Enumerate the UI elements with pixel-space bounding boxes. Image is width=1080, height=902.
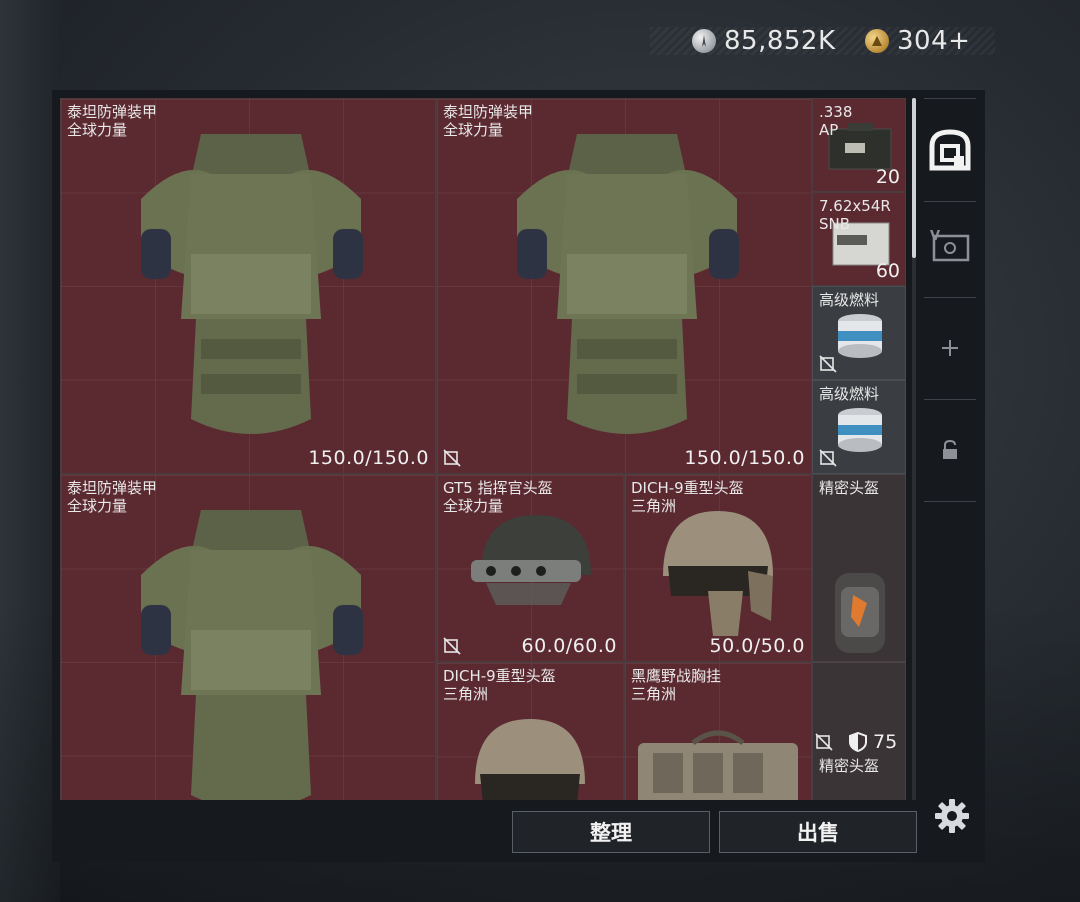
item-name: 7.62x54R SNB	[819, 197, 891, 233]
item-name: 精密头盔	[819, 479, 880, 497]
gear-icon[interactable]	[934, 798, 970, 834]
inventory-item-precision-helmet[interactable]: 精密头盔	[812, 474, 906, 662]
backpack-tab[interactable]	[924, 120, 976, 180]
item-name: DICH-9重型头盔 三角洲	[631, 479, 744, 515]
inventory-item-fuel[interactable]: 高级燃料	[812, 286, 906, 380]
durability-text: 150.0/150.0	[684, 447, 805, 469]
inventory-item-ammo-338[interactable]: .338 AP 20	[812, 98, 906, 192]
item-name: DICH-9重型头盔 三角洲	[443, 667, 556, 703]
no-sell-icon	[443, 449, 461, 467]
inventory-item-fuel[interactable]: 高级燃料	[812, 380, 906, 474]
item-name: 泰坦防弹装甲 全球力量	[67, 479, 158, 515]
backpack-icon	[929, 129, 971, 171]
item-quantity: 60	[875, 260, 900, 282]
no-sell-icon	[815, 733, 833, 751]
shield-icon	[849, 731, 867, 753]
item-quantity: 20	[875, 166, 900, 188]
chest-rig-image	[638, 730, 798, 800]
helmet-image	[475, 719, 585, 800]
armor-vest-image	[141, 510, 363, 800]
sort-button[interactable]: 整理	[512, 811, 710, 853]
item-name: 高级燃料	[819, 385, 880, 403]
armor-value: 75	[815, 731, 897, 753]
lock-button[interactable]	[924, 420, 976, 480]
silver-amount: 85,852K	[724, 26, 836, 56]
fuel-can-image	[838, 408, 882, 452]
item-name: 精密头盔	[819, 757, 880, 775]
gold-currency: 304+	[865, 26, 971, 56]
gold-amount: 304+	[897, 26, 971, 56]
no-sell-icon	[819, 449, 837, 467]
fuel-can-image	[838, 314, 882, 358]
item-name: 泰坦防弹装甲 全球力量	[443, 103, 534, 139]
inventory-item-titan-armor[interactable]: 泰坦防弹装甲 全球力量 150.0/150.0	[60, 98, 436, 474]
lock-icon	[943, 439, 957, 459]
voucher-icon: V	[930, 229, 970, 262]
durability-text: 50.0/50.0	[709, 635, 805, 657]
no-sell-icon	[443, 637, 461, 655]
item-name: 泰坦防弹装甲 全球力量	[67, 103, 158, 139]
svg-text:V: V	[930, 229, 940, 244]
no-sell-icon	[819, 355, 837, 373]
durability-text: 60.0/60.0	[521, 635, 617, 657]
item-name: GT5 指挥官头盔 全球力量	[443, 479, 553, 515]
gold-coin-icon	[865, 29, 889, 53]
inventory-item-ammo-762[interactable]: 7.62x54R SNB 60	[812, 192, 906, 286]
inventory-item-titan-armor[interactable]: 泰坦防弹装甲 全球力量	[60, 474, 436, 800]
item-name: .338 AP	[819, 103, 853, 139]
scrollbar-thumb[interactable]	[912, 98, 916, 258]
add-tab-button[interactable]	[924, 318, 976, 378]
helmet-image	[835, 573, 885, 653]
helmet-image	[663, 511, 773, 636]
item-name: 黑鹰野战胸挂 三角洲	[631, 667, 722, 703]
item-name: 高级燃料	[819, 291, 880, 309]
inventory-grid: 泰坦防弹装甲 全球力量 150.0/150.0 泰坦防弹装甲 全球力量 150.…	[60, 98, 906, 800]
inventory-item-chest-rig[interactable]: 黑鹰野战胸挂 三角洲	[624, 662, 812, 800]
armor-vest-image	[517, 134, 739, 434]
voucher-tab[interactable]: V	[924, 216, 976, 276]
inventory-item-dich9-helmet[interactable]: DICH-9重型头盔 三角洲	[436, 662, 624, 800]
helmet-image	[471, 515, 591, 605]
silver-coin-icon	[692, 29, 716, 53]
durability-text: 150.0/150.0	[308, 447, 429, 469]
sell-button[interactable]: 出售	[719, 811, 917, 853]
silver-currency: 85,852K	[692, 26, 836, 56]
plus-icon	[942, 340, 958, 356]
inventory-item-titan-armor[interactable]: 泰坦防弹装甲 全球力量 150.0/150.0	[436, 98, 812, 474]
armor-value-text: 75	[873, 731, 898, 753]
inventory-item-dich9-helmet[interactable]: DICH-9重型头盔 三角洲 50.0/50.0	[624, 474, 812, 662]
inventory-item-gt5-helmet[interactable]: GT5 指挥官头盔 全球力量 60.0/60.0	[436, 474, 624, 662]
armor-vest-image	[141, 134, 363, 434]
